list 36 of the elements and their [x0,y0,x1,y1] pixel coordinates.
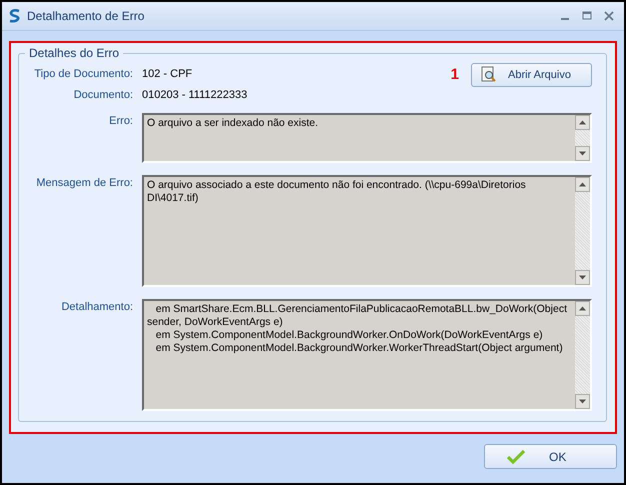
open-file-button[interactable]: Abrir Arquivo [471,63,592,87]
text-line: em System.ComponentModel.BackgroundWorker.WorkerThreadStart(Object argument) [154,342,564,355]
ok-button[interactable]: OK [484,444,617,469]
maximize-icon[interactable] [582,11,592,21]
scrollbar[interactable] [575,177,590,285]
scroll-down-icon[interactable] [575,146,590,161]
scroll-down-icon[interactable] [575,394,590,409]
field-label: Documento: [72,89,133,101]
text-line: em System.ComponentModel.BackgroundWorker.OnDoWork(DoWorkEventArgs e) [154,329,544,342]
scrollbar[interactable] [575,115,590,161]
field-label: Mensagem de Erro: [35,176,133,191]
field-label: Tipo de Documento: [33,68,133,80]
window-title: Detalhamento de Erro [27,9,146,23]
checkmark-icon [507,448,525,464]
scroll-up-icon[interactable] [575,177,590,192]
scroll-down-icon[interactable] [575,270,590,285]
app-logo-icon [8,9,22,23]
text-line: sender, DoWorkEventArgs e) [147,316,284,329]
field-label: Detalhamento: [60,300,133,315]
text-area[interactable]: O arquivo associado a este documento não foi encontrado. (\\cpu-699a\Diretorios DI\4017.tif) [142,175,592,287]
group-title: Detalhes do Erro [25,46,124,60]
scroll-up-icon[interactable] [575,115,590,130]
close-icon[interactable] [604,11,614,21]
text-line: O arquivo a ser indexado não existe. [147,117,320,130]
text-line: em SmartShare.Ecm.BLL.GerenciamentoFilaPublicacaoRemotaBLL.bw_DoWork(Object [154,303,568,316]
text-line: O arquivo associado a este documento não foi encontrado. (\\cpu-699a\Diretorios [147,179,527,192]
scroll-up-icon[interactable] [575,301,590,316]
field-label: Erro: [108,114,133,129]
field-value: 102 - CPF [142,68,192,80]
field-value: 010203 - 1111222333 [142,89,248,101]
text-area[interactable]: O arquivo a ser indexado não existe. [142,113,592,163]
text-area[interactable] [142,299,592,411]
scrollbar[interactable] [575,301,590,409]
annotation-number: 1 [450,66,459,83]
document-search-icon [480,66,498,84]
text-line: DI\4017.tif) [147,192,200,205]
